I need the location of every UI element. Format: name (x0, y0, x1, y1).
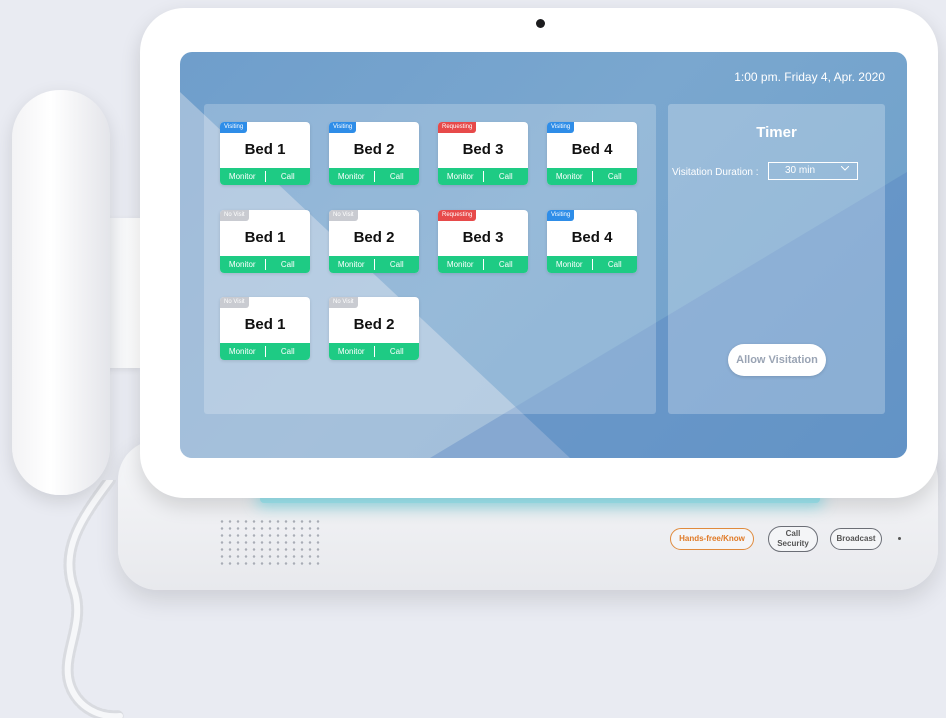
bed-name: Bed 2 (353, 141, 395, 158)
call-button[interactable]: Call (375, 256, 420, 273)
monitor-button[interactable]: Monitor (438, 256, 483, 273)
bed-card[interactable]: Visiting Bed 4 Monitor Call (547, 210, 637, 273)
monitor-button[interactable]: Monitor (547, 256, 592, 273)
call-security-button[interactable]: Call Security (768, 526, 818, 552)
monitor-button[interactable]: Monitor (438, 168, 483, 185)
chevron-down-icon (841, 166, 849, 171)
timer-title: Timer (756, 124, 797, 141)
duration-label: Visitation Duration : (672, 167, 759, 178)
bed-name: Bed 4 (571, 141, 613, 158)
status-badge: Requesting (438, 210, 477, 221)
status-badge: No Visit (220, 210, 249, 221)
camera-icon (536, 19, 545, 28)
call-button[interactable]: Call (375, 168, 420, 185)
datetime-display: 1:00 pm. Friday 4, Apr. 2020 (734, 70, 885, 84)
bed-actions: Monitor Call (220, 256, 310, 273)
status-badge: Visiting (547, 122, 575, 133)
bed-name: Bed 3 (462, 141, 504, 158)
monitor-button[interactable]: Monitor (220, 168, 265, 185)
bed-actions: Monitor Call (220, 343, 310, 360)
screen: 1:00 pm. Friday 4, Apr. 2020 Visiting Be… (180, 52, 907, 458)
bed-actions: Monitor Call (329, 168, 419, 185)
bed-name: Bed 1 (244, 229, 286, 246)
duration-select[interactable]: 30 min (768, 162, 858, 180)
bed-actions: Monitor Call (438, 168, 528, 185)
speaker-grille (218, 518, 323, 566)
bed-card[interactable]: Visiting Bed 1 Monitor Call (220, 122, 310, 185)
monitor-button[interactable]: Monitor (329, 343, 374, 360)
bed-actions: Monitor Call (547, 256, 637, 273)
broadcast-button[interactable]: Broadcast (830, 528, 882, 550)
status-badge: No Visit (329, 210, 358, 221)
bed-card[interactable]: Visiting Bed 4 Monitor Call (547, 122, 637, 185)
bed-card[interactable]: No Visit Bed 1 Monitor Call (220, 210, 310, 273)
call-button[interactable]: Call (593, 168, 638, 185)
bed-actions: Monitor Call (329, 343, 419, 360)
bed-card[interactable]: Visiting Bed 2 Monitor Call (329, 122, 419, 185)
bed-name: Bed 2 (353, 316, 395, 333)
bed-actions: Monitor Call (547, 168, 637, 185)
bed-card[interactable]: Requesting Bed 3 Monitor Call (438, 210, 528, 273)
bed-card[interactable]: No Visit Bed 1 Monitor Call (220, 297, 310, 360)
call-button[interactable]: Call (266, 256, 311, 273)
status-badge: Requesting (438, 122, 477, 133)
bed-name: Bed 1 (244, 316, 286, 333)
call-button[interactable]: Call (593, 256, 638, 273)
call-button[interactable]: Call (375, 343, 420, 360)
bed-name: Bed 2 (353, 229, 395, 246)
monitor-button[interactable]: Monitor (220, 343, 265, 360)
bed-actions: Monitor Call (329, 256, 419, 273)
monitor-button[interactable]: Monitor (220, 256, 265, 273)
monitor-button[interactable]: Monitor (329, 256, 374, 273)
status-badge: Visiting (547, 210, 575, 221)
call-security-label-line1: Call (785, 529, 801, 538)
timer-panel: Timer Visitation Duration : 30 min Allow… (668, 104, 885, 414)
telephone-handset[interactable] (12, 90, 110, 495)
call-button[interactable]: Call (266, 343, 311, 360)
status-badge: No Visit (220, 297, 249, 308)
bed-card[interactable]: No Visit Bed 2 Monitor Call (329, 210, 419, 273)
status-badge: Visiting (220, 122, 248, 133)
bed-actions: Monitor Call (438, 256, 528, 273)
call-security-label-line2: Security (777, 539, 809, 548)
bed-name: Bed 4 (571, 229, 613, 246)
call-button[interactable]: Call (484, 168, 529, 185)
status-badge: No Visit (329, 297, 358, 308)
allow-visitation-button[interactable]: Allow Visitation (728, 344, 826, 376)
bed-name: Bed 1 (244, 141, 286, 158)
hands-free-button[interactable]: Hands-free/Know (670, 528, 754, 550)
indicator-dot (898, 537, 901, 540)
call-button[interactable]: Call (484, 256, 529, 273)
monitor-button[interactable]: Monitor (329, 168, 374, 185)
beds-panel: Visiting Bed 1 Monitor Call Visiting Bed… (204, 104, 656, 414)
bed-actions: Monitor Call (220, 168, 310, 185)
bed-card[interactable]: Requesting Bed 3 Monitor Call (438, 122, 528, 185)
handset-cord-icon (61, 480, 126, 718)
duration-value: 30 min (785, 165, 816, 176)
call-button[interactable]: Call (266, 168, 311, 185)
bed-name: Bed 3 (462, 229, 504, 246)
bed-card[interactable]: No Visit Bed 2 Monitor Call (329, 297, 419, 360)
monitor-button[interactable]: Monitor (547, 168, 592, 185)
status-badge: Visiting (329, 122, 357, 133)
